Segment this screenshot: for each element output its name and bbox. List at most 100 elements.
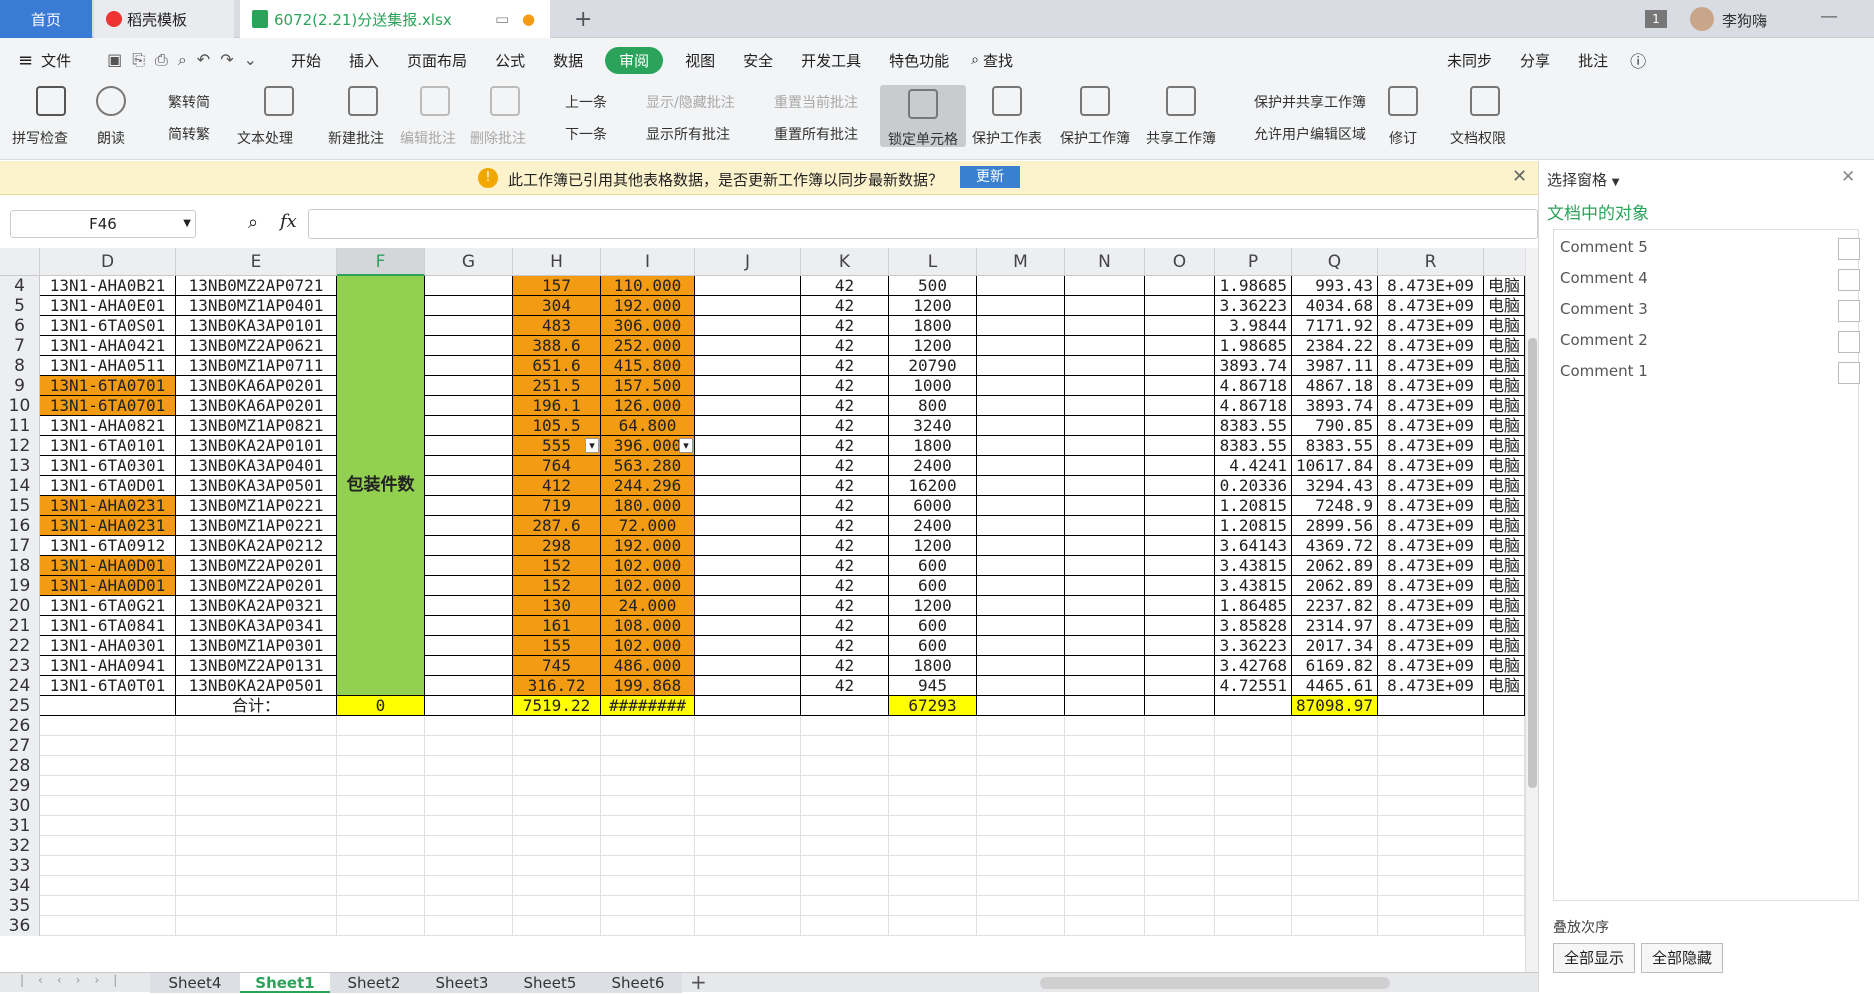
cell-d[interactable]: 13N1-AHA0D01	[40, 576, 176, 596]
show-all-button[interactable]: 全部显示	[1553, 943, 1636, 973]
cell-r[interactable]	[1378, 756, 1484, 776]
cell-j[interactable]	[695, 796, 801, 816]
cell-o[interactable]	[1145, 736, 1215, 756]
cell-l[interactable]: 1200	[889, 596, 977, 616]
cell-r[interactable]: 8.473E+09	[1378, 316, 1484, 336]
cell-j[interactable]	[695, 816, 801, 836]
cell-d[interactable]: 13N1-AHA0821	[40, 416, 176, 436]
col-header-n[interactable]: N	[1065, 248, 1145, 276]
cell-h[interactable]: 155	[513, 636, 601, 656]
cell-j[interactable]	[695, 456, 801, 476]
cell-k[interactable]: 42	[801, 316, 889, 336]
cell-n[interactable]	[1065, 836, 1145, 856]
cell-n[interactable]	[1065, 556, 1145, 576]
cell-p[interactable]: 4.72551	[1215, 676, 1292, 696]
cell-d[interactable]: 13N1-AHA0301	[40, 636, 176, 656]
menu-page-layout[interactable]: 页面布局	[407, 50, 467, 71]
cell-d[interactable]: 13N1-AHA0941	[40, 656, 176, 676]
cell-r[interactable]: 8.473E+09	[1378, 296, 1484, 316]
cell-g[interactable]	[425, 296, 513, 316]
cell-h[interactable]: 298	[513, 536, 601, 556]
cell-i[interactable]: 180.000	[601, 496, 695, 516]
menu-insert[interactable]: 插入	[349, 50, 379, 71]
filter-dropdown-icon[interactable]: ▾	[679, 438, 693, 453]
cell-g[interactable]	[425, 536, 513, 556]
cell-p[interactable]	[1215, 916, 1292, 936]
name-box[interactable]: F46 ▼	[10, 210, 196, 238]
cell-e[interactable]: 13NB0MZ1AP0401	[176, 296, 337, 316]
total-l[interactable]: 67293	[889, 696, 977, 716]
cell-q[interactable]: 4465.61	[1292, 676, 1378, 696]
cell-l[interactable]: 1200	[889, 536, 977, 556]
cell-s[interactable]	[1484, 756, 1525, 776]
cell-g[interactable]	[425, 456, 513, 476]
menu-home[interactable]: 开始	[291, 50, 321, 71]
cell-j[interactable]	[695, 296, 801, 316]
row-header[interactable]: 4	[0, 276, 40, 296]
cell-g[interactable]	[425, 836, 513, 856]
cell-m[interactable]	[977, 636, 1065, 656]
cell-q[interactable]: 3294.43	[1292, 476, 1378, 496]
cell-p[interactable]: 3.64143	[1215, 536, 1292, 556]
cell-e[interactable]	[176, 836, 337, 856]
cell-o[interactable]	[1145, 796, 1215, 816]
cell-i[interactable]: 157.500	[601, 376, 695, 396]
cell-i[interactable]	[601, 816, 695, 836]
cell-n[interactable]	[1065, 796, 1145, 816]
row-header[interactable]: 34	[0, 876, 40, 896]
cell-n[interactable]	[1065, 916, 1145, 936]
cell-k[interactable]: 42	[801, 496, 889, 516]
cell-e[interactable]	[176, 736, 337, 756]
cell-g[interactable]	[425, 776, 513, 796]
cell-r[interactable]: 8.473E+09	[1378, 536, 1484, 556]
cell-l[interactable]: 1200	[889, 336, 977, 356]
cell-m[interactable]	[977, 556, 1065, 576]
sheet-tab-sheet2[interactable]: Sheet2	[330, 973, 418, 993]
cell-s[interactable]: 电脑	[1484, 556, 1525, 576]
cell-k[interactable]: 42	[801, 436, 889, 456]
row-header[interactable]: 22	[0, 636, 40, 656]
visibility-checkbox[interactable]	[1838, 300, 1860, 322]
window-count-badge[interactable]: 1	[1645, 10, 1667, 28]
cell-q[interactable]: 993.43	[1292, 276, 1378, 296]
cell-e[interactable]	[176, 716, 337, 736]
cell-q[interactable]	[1292, 816, 1378, 836]
cell-m[interactable]	[977, 336, 1065, 356]
cell-p[interactable]: 3.36223	[1215, 296, 1292, 316]
spreadsheet-grid[interactable]: 4 13N1-AHA0B21 13NB0MZ2AP0721 157 110.000 42 5…	[0, 276, 1525, 976]
cell-j[interactable]	[695, 916, 801, 936]
cell-f[interactable]	[337, 816, 425, 836]
cell-q[interactable]: 2899.56	[1292, 516, 1378, 536]
cell-e[interactable]: 13NB0KA2AP0501	[176, 676, 337, 696]
cell-k[interactable]	[801, 796, 889, 816]
cell-r[interactable]: 8.473E+09	[1378, 276, 1484, 296]
cell-n[interactable]	[1065, 436, 1145, 456]
cell-p[interactable]	[1215, 856, 1292, 876]
cell-j[interactable]	[695, 876, 801, 896]
cell-d[interactable]	[40, 916, 176, 936]
cell-r[interactable]: 8.473E+09	[1378, 376, 1484, 396]
cell-f[interactable]	[337, 916, 425, 936]
cell-i[interactable]	[601, 716, 695, 736]
cell-h[interactable]: 316.72	[513, 676, 601, 696]
row-header[interactable]: 20	[0, 596, 40, 616]
cell-o[interactable]	[1145, 596, 1215, 616]
cell-m[interactable]	[977, 716, 1065, 736]
cell-q[interactable]: 7248.9	[1292, 496, 1378, 516]
cell-l[interactable]	[889, 836, 977, 856]
cell-f[interactable]	[337, 796, 425, 816]
cell-m[interactable]	[977, 816, 1065, 836]
cell-s[interactable]	[1484, 696, 1525, 716]
cell-r[interactable]	[1378, 776, 1484, 796]
cell-j[interactable]	[695, 496, 801, 516]
cell-e[interactable]: 13NB0MZ2AP0201	[176, 576, 337, 596]
cell-s[interactable]: 电脑	[1484, 436, 1525, 456]
cell-g[interactable]	[425, 336, 513, 356]
cell-n[interactable]	[1065, 336, 1145, 356]
cell-n[interactable]	[1065, 676, 1145, 696]
cell-h[interactable]	[513, 816, 601, 836]
quick-access-toolbar[interactable]: ▣⎘⎙⌕↶↷⌄	[107, 50, 267, 70]
share-button[interactable]: 分享	[1520, 50, 1550, 71]
row-header[interactable]: 24	[0, 676, 40, 696]
cell-k[interactable]: 42	[801, 516, 889, 536]
